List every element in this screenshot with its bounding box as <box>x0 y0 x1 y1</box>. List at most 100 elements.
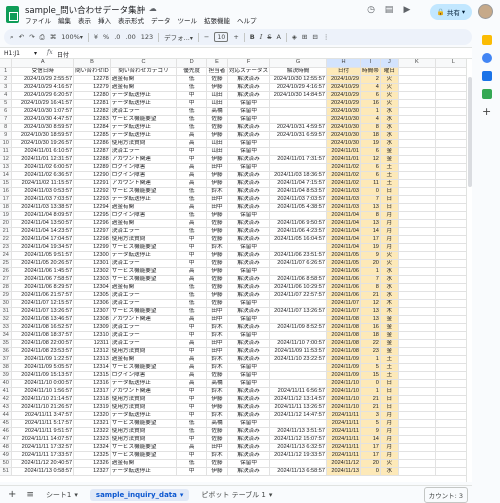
cell[interactable] <box>269 331 328 340</box>
cell[interactable]: 2024/11/04 14:23:57 <box>11 227 75 236</box>
cell[interactable]: サービス機能要望 <box>110 419 178 428</box>
cell[interactable]: 保留中 <box>227 147 271 156</box>
cell[interactable]: 2024/11/06 9:50:57 <box>269 219 328 228</box>
cell[interactable]: 解決済み <box>227 203 271 212</box>
cell[interactable]: 鈴木 <box>206 411 228 420</box>
cell[interactable]: 2024/11/11 <box>326 451 361 460</box>
cell[interactable]: 解決済み <box>227 187 271 196</box>
cell[interactable]: 12281 <box>73 99 111 108</box>
cell[interactable]: 2024/11/08 16:52:57 <box>11 323 75 332</box>
cell[interactable]: 17 <box>360 235 381 244</box>
cell[interactable]: 中 <box>176 235 207 244</box>
cell[interactable]: 鈴木 <box>206 355 228 364</box>
cell[interactable]: 解決済み <box>227 307 271 316</box>
cell[interactable]: 過金有関 <box>110 459 178 468</box>
row-header[interactable]: 9 <box>0 131 13 140</box>
cell[interactable]: 2024/11/11 9:51:57 <box>11 427 75 436</box>
cell[interactable]: 木 <box>380 299 399 308</box>
cell[interactable]: 2024/10/29 <box>326 83 361 92</box>
row-header[interactable]: 2 <box>0 75 13 84</box>
cell[interactable]: 決済エラー <box>110 339 178 348</box>
cell[interactable]: 2024/11/07 6:26:57 <box>269 259 328 268</box>
cell[interactable]: 5 <box>360 419 381 428</box>
cell[interactable]: 2024/11/03 13:38:57 <box>11 203 75 212</box>
cell[interactable]: 火 <box>380 259 399 268</box>
cell[interactable]: 火 <box>380 83 399 92</box>
cell[interactable]: 保留中 <box>227 371 271 380</box>
name-box[interactable]: H1:J1 ▾ <box>4 50 44 57</box>
paint-format-icon[interactable]: ⌘ <box>50 33 57 41</box>
cell[interactable] <box>398 83 436 92</box>
cell[interactable]: 水 <box>380 291 399 300</box>
cell[interactable]: 中 <box>176 155 207 164</box>
cell[interactable]: 山田 <box>206 91 228 100</box>
redo-icon[interactable]: ↷ <box>29 33 34 41</box>
cell[interactable]: 解決済み <box>227 91 271 100</box>
cell[interactable]: 高 <box>176 131 207 140</box>
column-header[interactable]: G <box>269 59 328 68</box>
cell[interactable]: 2024/11/05 9:51:57 <box>11 251 75 260</box>
cell[interactable]: 過金有関 <box>110 83 178 92</box>
cell[interactable]: 21 <box>360 403 381 412</box>
cell[interactable]: 水 <box>380 283 399 292</box>
cell[interactable]: ログイン障害 <box>110 163 178 172</box>
row-header[interactable]: 18 <box>0 203 13 212</box>
percent-button[interactable]: % <box>103 33 109 41</box>
cell[interactable]: 2 <box>360 75 381 84</box>
cell[interactable]: 伊藤 <box>206 211 228 220</box>
cell[interactable]: データ転送停止 <box>110 91 178 100</box>
cell[interactable]: 12310 <box>73 331 111 340</box>
cell[interactable]: 低 <box>176 291 207 300</box>
cell[interactable]: 土 <box>380 171 399 180</box>
cell[interactable]: 過金有関 <box>110 283 178 292</box>
cell[interactable]: 2024/11/01 7:31:57 <box>269 155 328 164</box>
cell[interactable]: 低 <box>176 227 207 236</box>
cell[interactable]: 解決済み <box>227 123 271 132</box>
cell[interactable]: 12299 <box>73 243 111 252</box>
cell[interactable]: 2024/11/06 10:29:57 <box>269 283 328 292</box>
cell[interactable]: 高 <box>176 163 207 172</box>
cell[interactable]: 保留中 <box>227 107 271 116</box>
cell[interactable]: 2024/11/10 0:00:57 <box>11 379 75 388</box>
row-header[interactable]: 17 <box>0 195 13 204</box>
cell[interactable]: 12305 <box>73 291 111 300</box>
cell[interactable]: 保留中 <box>227 163 271 172</box>
cell[interactable]: 解決済み <box>227 227 271 236</box>
cell[interactable]: ログイン障害 <box>110 171 178 180</box>
cell[interactable]: 火 <box>380 91 399 100</box>
cell[interactable]: 解決済み <box>227 435 271 444</box>
cell[interactable]: 2024/10/30 18:59:57 <box>11 131 75 140</box>
cell[interactable]: 2024/11/01 <box>326 155 361 164</box>
cell[interactable]: 伊藤 <box>206 227 228 236</box>
cell[interactable]: 2024/11/10 <box>326 395 361 404</box>
cell[interactable]: 解決済み <box>227 155 271 164</box>
cell[interactable]: 2024/11/10 <box>326 403 361 412</box>
menu-help[interactable]: ヘルプ <box>237 15 257 25</box>
cell[interactable]: 2024/11/09 8:52:57 <box>269 323 328 332</box>
cell[interactable]: 2024/11/06 23:51:57 <box>269 251 328 260</box>
row-header[interactable]: 23 <box>0 243 13 252</box>
cell[interactable] <box>269 299 328 308</box>
row-header[interactable]: 47 <box>0 435 13 444</box>
row-header[interactable]: 45 <box>0 419 13 428</box>
cell[interactable]: 16 <box>360 323 381 332</box>
cell[interactable]: 過金有関 <box>110 75 178 84</box>
menu-tools[interactable]: ツール <box>178 15 198 25</box>
cell[interactable]: 12 <box>360 299 381 308</box>
cell[interactable]: 高 <box>176 179 207 188</box>
zoom-select[interactable]: 100%▾ <box>61 33 83 41</box>
cell[interactable]: 2024/11/12 <box>326 459 361 468</box>
cell[interactable] <box>398 459 436 468</box>
cell[interactable]: 解決済み <box>227 251 271 260</box>
menu-view[interactable]: 表示 <box>78 15 91 25</box>
cell[interactable]: 1 <box>360 355 381 364</box>
increase-decimal-button[interactable]: .00 <box>125 33 135 41</box>
cell[interactable]: 解決済み <box>227 387 271 396</box>
cell[interactable] <box>398 443 436 452</box>
cell[interactable]: 佐藤 <box>206 75 228 84</box>
cell[interactable]: 2024/10/31 6:59:57 <box>269 131 328 140</box>
cell[interactable]: 高 <box>176 219 207 228</box>
cell[interactable]: 2024/11/12 14:47:57 <box>269 411 328 420</box>
cell[interactable]: 17 <box>360 451 381 460</box>
cell[interactable]: 高 <box>176 203 207 212</box>
